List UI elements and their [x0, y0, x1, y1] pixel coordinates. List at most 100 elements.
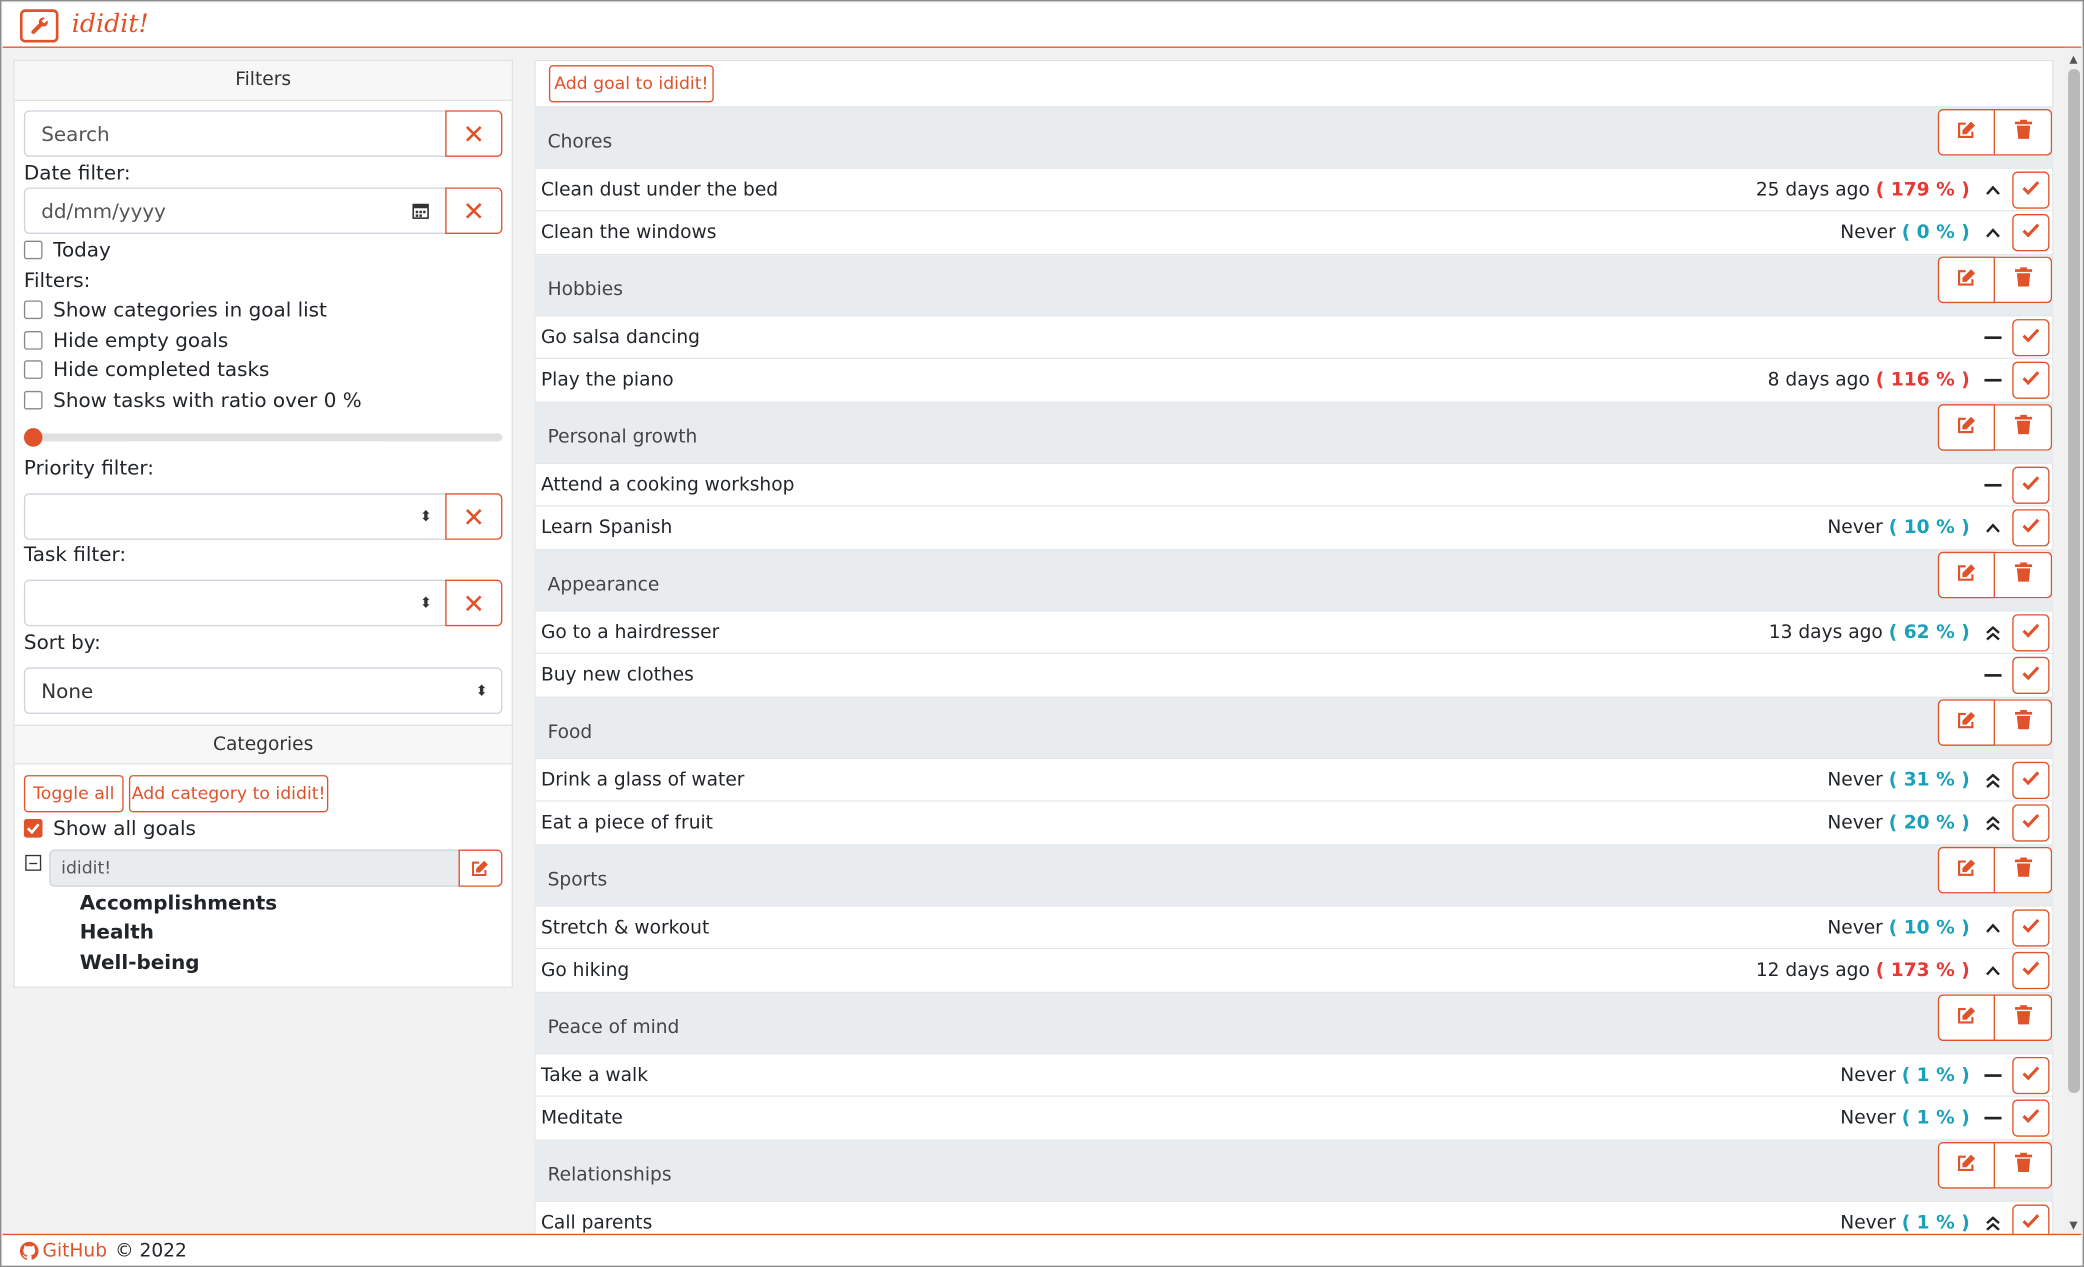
ratio-slider[interactable] [23, 428, 503, 447]
edit-goal-button[interactable] [1937, 404, 1995, 451]
priority-high-icon[interactable] [1978, 1215, 2007, 1231]
scroll-up-icon[interactable]: ▲ [2069, 53, 2077, 65]
checkbox-checked[interactable] [23, 818, 43, 838]
priority-up-icon[interactable] [1978, 227, 2007, 238]
show-all-goals-checkbox[interactable]: Show all goals [23, 816, 196, 840]
task-row[interactable]: Call parents Never ( 1 % ) [534, 1200, 2054, 1237]
toggle-all-button[interactable]: Toggle all [23, 775, 124, 813]
complete-task-button[interactable] [2012, 656, 2050, 694]
task-row[interactable]: Learn Spanish Never ( 10 % ) [534, 506, 2054, 551]
scroll-down-icon[interactable]: ▼ [2069, 1219, 2077, 1231]
priority-up-icon[interactable] [1978, 965, 2007, 976]
checkbox[interactable] [23, 331, 43, 350]
task-row[interactable]: Drink a glass of water Never ( 31 % ) [534, 757, 2054, 802]
priority-normal-icon[interactable] [1978, 483, 2007, 488]
github-link[interactable]: GitHub [19, 1240, 107, 1261]
priority-normal-icon[interactable] [1978, 335, 2007, 340]
date-input[interactable]: dd/mm/yyyy [23, 187, 447, 234]
delete-goal-button[interactable] [1994, 1142, 2053, 1189]
priority-up-icon[interactable] [1978, 522, 2007, 533]
category-health[interactable]: Health [80, 920, 154, 944]
priority-normal-icon[interactable] [1978, 1073, 2007, 1078]
clear-task-button[interactable]: ✕ [445, 579, 503, 627]
complete-task-button[interactable] [2012, 804, 2050, 842]
priority-high-icon[interactable] [1978, 625, 2007, 641]
task-row[interactable]: Meditate Never ( 1 % ) [534, 1096, 2054, 1141]
edit-goal-button[interactable] [1937, 1142, 1995, 1189]
delete-goal-button[interactable] [1994, 846, 2053, 894]
priority-normal-icon[interactable] [1978, 378, 2007, 383]
task-row[interactable]: Play the piano 8 days ago ( 116 % ) [534, 358, 2054, 403]
category-well-being[interactable]: Well-being [80, 951, 200, 975]
edit-category-button[interactable] [458, 849, 503, 887]
delete-goal-button[interactable] [1994, 994, 2053, 1041]
delete-goal-button[interactable] [1994, 404, 2053, 451]
task-row[interactable]: Eat a piece of fruit Never ( 20 % ) [534, 801, 2054, 846]
task-select[interactable]: ⬍ [23, 579, 447, 627]
task-row[interactable]: Clean dust under the bed 25 days ago ( 1… [534, 167, 2054, 212]
complete-task-button[interactable] [2012, 1056, 2050, 1095]
task-row[interactable]: Go hiking 12 days ago ( 173 % ) [534, 949, 2054, 994]
delete-goal-button[interactable] [1994, 551, 2053, 599]
edit-goal-button[interactable] [1937, 846, 1995, 894]
priority-select[interactable]: ⬍ [23, 493, 447, 540]
add-category-button[interactable]: Add category to ididit! [128, 775, 329, 813]
delete-goal-button[interactable] [1994, 109, 2053, 156]
complete-task-button[interactable] [2012, 1099, 2050, 1137]
task-row[interactable]: Stretch & workout Never ( 10 % ) [534, 905, 2054, 950]
priority-up-icon[interactable] [1978, 185, 2007, 196]
root-category[interactable]: ididit! [49, 849, 460, 887]
task-row[interactable]: Go salsa dancing [534, 315, 2054, 359]
edit-goal-button[interactable] [1937, 109, 1995, 156]
task-row[interactable]: Attend a cooking workshop [534, 462, 2054, 507]
complete-task-button[interactable] [2012, 951, 2050, 990]
priority-high-icon[interactable] [1978, 815, 2007, 831]
filter-show-categories[interactable]: Show categories in goal list [23, 298, 327, 322]
sort-select[interactable]: None ⬍ [23, 667, 503, 714]
today-checkbox[interactable]: Today [23, 238, 111, 262]
priority-high-icon[interactable] [1978, 773, 2007, 788]
clear-priority-button[interactable]: ✕ [445, 493, 503, 540]
task-row[interactable]: Go to a hairdresser 13 days ago ( 62 % ) [534, 610, 2054, 655]
search-input[interactable]: Search [23, 110, 447, 157]
clear-date-button[interactable]: ✕ [445, 187, 503, 234]
checkbox[interactable] [23, 300, 43, 320]
edit-goal-button[interactable] [1937, 699, 1995, 746]
task-row[interactable]: Take a walk Never ( 1 % ) [534, 1052, 2054, 1097]
task-row[interactable]: Clean the windows Never ( 0 % ) [534, 211, 2054, 256]
complete-task-button[interactable] [2012, 909, 2050, 947]
category-accomplishments[interactable]: Accomplishments [80, 891, 277, 915]
priority-normal-icon[interactable] [1978, 673, 2007, 678]
slider-handle[interactable] [23, 428, 43, 447]
priority-up-icon[interactable] [1978, 923, 2007, 934]
complete-task-button[interactable] [2012, 214, 2050, 252]
edit-goal-button[interactable] [1937, 256, 1995, 304]
complete-task-button[interactable] [2012, 466, 2050, 504]
scrollbar[interactable]: ▲ ▼ [2064, 47, 2083, 1237]
complete-task-button[interactable] [2012, 1204, 2050, 1237]
edit-goal-button[interactable] [1937, 994, 1995, 1041]
filter-hide-completed[interactable]: Hide completed tasks [23, 358, 270, 382]
priority-normal-icon[interactable] [1978, 1115, 2007, 1120]
complete-task-button[interactable] [2012, 761, 2050, 800]
complete-task-button[interactable] [2012, 319, 2050, 357]
clear-search-button[interactable]: ✕ [445, 110, 503, 157]
complete-task-button[interactable] [2012, 509, 2050, 547]
complete-task-button[interactable] [2012, 171, 2050, 209]
filter-ratio-over[interactable]: Show tasks with ratio over 0 % [23, 388, 362, 412]
checkbox[interactable] [23, 360, 43, 379]
delete-goal-button[interactable] [1994, 699, 2053, 746]
complete-task-button[interactable] [2012, 361, 2050, 399]
edit-goal-button[interactable] [1937, 551, 1995, 599]
complete-task-button[interactable] [2012, 614, 2050, 652]
scrollbar-thumb[interactable] [2068, 69, 2081, 1093]
collapse-icon[interactable] [25, 854, 42, 871]
filter-hide-empty-goals[interactable]: Hide empty goals [23, 328, 228, 352]
task-row[interactable]: Buy new clothes [534, 654, 2054, 698]
calendar-icon[interactable] [412, 202, 429, 219]
wrench-icon[interactable] [19, 9, 59, 43]
checkbox[interactable] [23, 240, 43, 260]
delete-goal-button[interactable] [1994, 256, 2053, 304]
add-goal-button[interactable]: Add goal to ididit! [548, 65, 714, 103]
checkbox[interactable] [23, 390, 43, 410]
